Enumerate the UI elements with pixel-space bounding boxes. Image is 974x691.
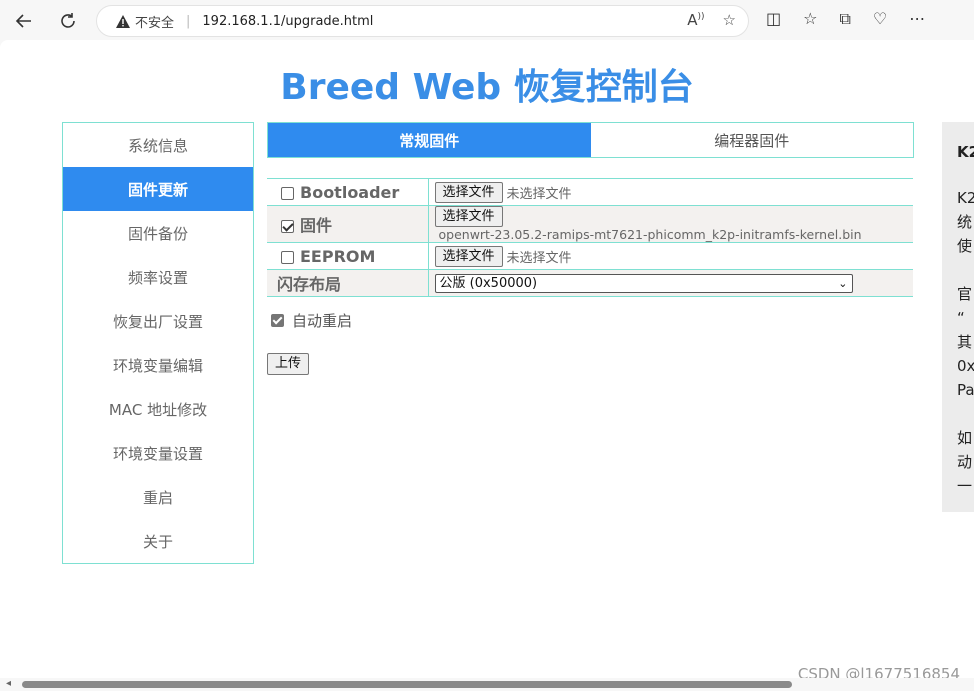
flash-layout-label: 闪存布局 [267, 269, 429, 297]
firmware-table: Bootloader 选择文件 未选择文件 固件 选择文件openwrt-23.0… [267, 178, 913, 297]
help-line: “ [957, 309, 965, 327]
horizontal-scrollbar[interactable]: ◂ [0, 678, 974, 691]
back-arrow-icon [15, 14, 31, 28]
bootloader-label-cell: Bootloader [267, 178, 429, 206]
help-line: 统 [957, 213, 973, 231]
help-line: 一 [957, 477, 973, 495]
bootloader-checkbox[interactable] [281, 186, 294, 200]
toolbar-icons: ◫ ☆ ⧉ ♡ ⋯ [766, 9, 925, 29]
eeprom-checkbox[interactable] [281, 250, 294, 264]
address-actions: A)) ☆ [687, 11, 736, 29]
chevron-down-icon: ⌄ [838, 276, 848, 290]
sidebar-item-firmware-backup[interactable]: 固件备份 [63, 211, 253, 255]
help-panel: K2 K2 统 使 官 “ 其 0x Pa 如 动 一 [942, 122, 974, 512]
favorites-icon[interactable]: ☆ [803, 9, 817, 29]
help-line: 官 [957, 285, 973, 303]
back-button[interactable] [10, 7, 38, 35]
help-line: 其 [957, 333, 973, 351]
page-content: Breed Web 恢复控制台 系统信息 固件更新 固件备份 频率设置 恢复出厂… [0, 40, 974, 680]
tab-programmer-firmware[interactable]: 编程器固件 [591, 123, 914, 157]
eeprom-file-cell: 选择文件 未选择文件 [428, 242, 913, 270]
help-line: 使 [957, 237, 973, 255]
auto-reboot-label: 自动重启 [292, 312, 353, 330]
reload-icon [61, 13, 75, 28]
address-separator: | [186, 13, 191, 29]
scrollbar-thumb[interactable] [22, 681, 792, 688]
firmware-file-cell: 选择文件openwrt-23.05.2-ramips-mt7621-phicom… [428, 205, 913, 243]
table-row: 固件 选择文件openwrt-23.05.2-ramips-mt7621-phi… [267, 205, 913, 243]
firmware-label: 固件 [300, 216, 333, 235]
sidebar: 系统信息 固件更新 固件备份 频率设置 恢复出厂设置 环境变量编辑 MAC 地址… [62, 122, 254, 564]
firmware-checkbox[interactable] [281, 220, 294, 233]
bootloader-label: Bootloader [300, 182, 400, 202]
help-line: 动 [957, 453, 973, 471]
split-screen-icon[interactable]: ◫ [766, 9, 781, 29]
scroll-left-icon[interactable]: ◂ [6, 678, 11, 689]
eeprom-label-cell: EEPROM [267, 242, 429, 270]
help-line: 如 [957, 429, 973, 447]
bootloader-file-cell: 选择文件 未选择文件 [428, 178, 913, 206]
table-row: 闪存布局 公版 (0x50000) ⌄ [267, 269, 913, 297]
address-bar[interactable]: 不安全 | 192.168.1.1/upgrade.html A)) ☆ [96, 5, 749, 37]
sidebar-item-reboot[interactable]: 重启 [63, 475, 253, 519]
sidebar-item-about[interactable]: 关于 [63, 519, 253, 563]
help-line: K2 [957, 189, 974, 207]
warning-icon [115, 13, 131, 29]
sidebar-item-system-info[interactable]: 系统信息 [63, 123, 253, 167]
sidebar-item-env-settings[interactable]: 环境变量设置 [63, 431, 253, 475]
more-menu-icon[interactable]: ⋯ [909, 9, 925, 29]
help-line: 0x [957, 357, 974, 375]
firmware-file-name: openwrt-23.05.2-ramips-mt7621-phicomm_k2… [438, 227, 862, 242]
bootloader-choose-file-button[interactable]: 选择文件 [434, 181, 503, 203]
tab-regular-firmware[interactable]: 常规固件 [268, 123, 591, 157]
sidebar-item-firmware-update[interactable]: 固件更新 [63, 167, 253, 211]
flash-layout-cell: 公版 (0x50000) ⌄ [428, 269, 913, 297]
flash-layout-value: 公版 (0x50000) [439, 275, 538, 291]
url-text[interactable]: 192.168.1.1/upgrade.html [202, 14, 373, 29]
insecure-label: 不安全 [135, 15, 175, 31]
flash-layout-select[interactable]: 公版 (0x50000) ⌄ [434, 273, 853, 293]
collections-icon[interactable]: ⧉ [839, 9, 850, 29]
sidebar-item-factory-reset[interactable]: 恢复出厂设置 [63, 299, 253, 343]
browser-essentials-icon[interactable]: ♡ [873, 9, 887, 29]
reload-button[interactable] [54, 7, 82, 35]
help-line: Pa [957, 381, 974, 399]
table-row: Bootloader 选择文件 未选择文件 [267, 178, 913, 206]
sidebar-item-mac[interactable]: MAC 地址修改 [63, 387, 253, 431]
firmware-choose-file-button[interactable]: 选择文件 [434, 206, 503, 227]
auto-reboot-option[interactable]: 自动重启 [271, 310, 352, 331]
eeprom-file-name: 未选择文件 [506, 250, 572, 266]
page-title: Breed Web 恢复控制台 [280, 67, 694, 108]
help-heading: K2 [957, 143, 974, 161]
bootloader-file-name: 未选择文件 [506, 186, 572, 202]
auto-reboot-checkbox[interactable] [271, 314, 284, 327]
firmware-label-cell: 固件 [267, 205, 429, 243]
eeprom-label: EEPROM [300, 246, 376, 266]
firmware-tabs: 常规固件 编程器固件 [267, 122, 914, 158]
favorite-star-icon[interactable]: ☆ [723, 11, 736, 29]
table-row: EEPROM 选择文件 未选择文件 [267, 242, 913, 270]
upload-button[interactable]: 上传 [267, 353, 310, 375]
eeprom-choose-file-button[interactable]: 选择文件 [434, 245, 503, 267]
browser-toolbar: 不安全 | 192.168.1.1/upgrade.html A)) ☆ ◫ ☆… [0, 0, 974, 40]
sidebar-item-frequency[interactable]: 频率设置 [63, 255, 253, 299]
sidebar-item-env-edit[interactable]: 环境变量编辑 [63, 343, 253, 387]
main-panel: 常规固件 编程器固件 Bootloader 选择文件 未选择文件 固件 选择文件o… [267, 122, 914, 375]
read-aloud-icon[interactable]: A)) [687, 11, 704, 29]
